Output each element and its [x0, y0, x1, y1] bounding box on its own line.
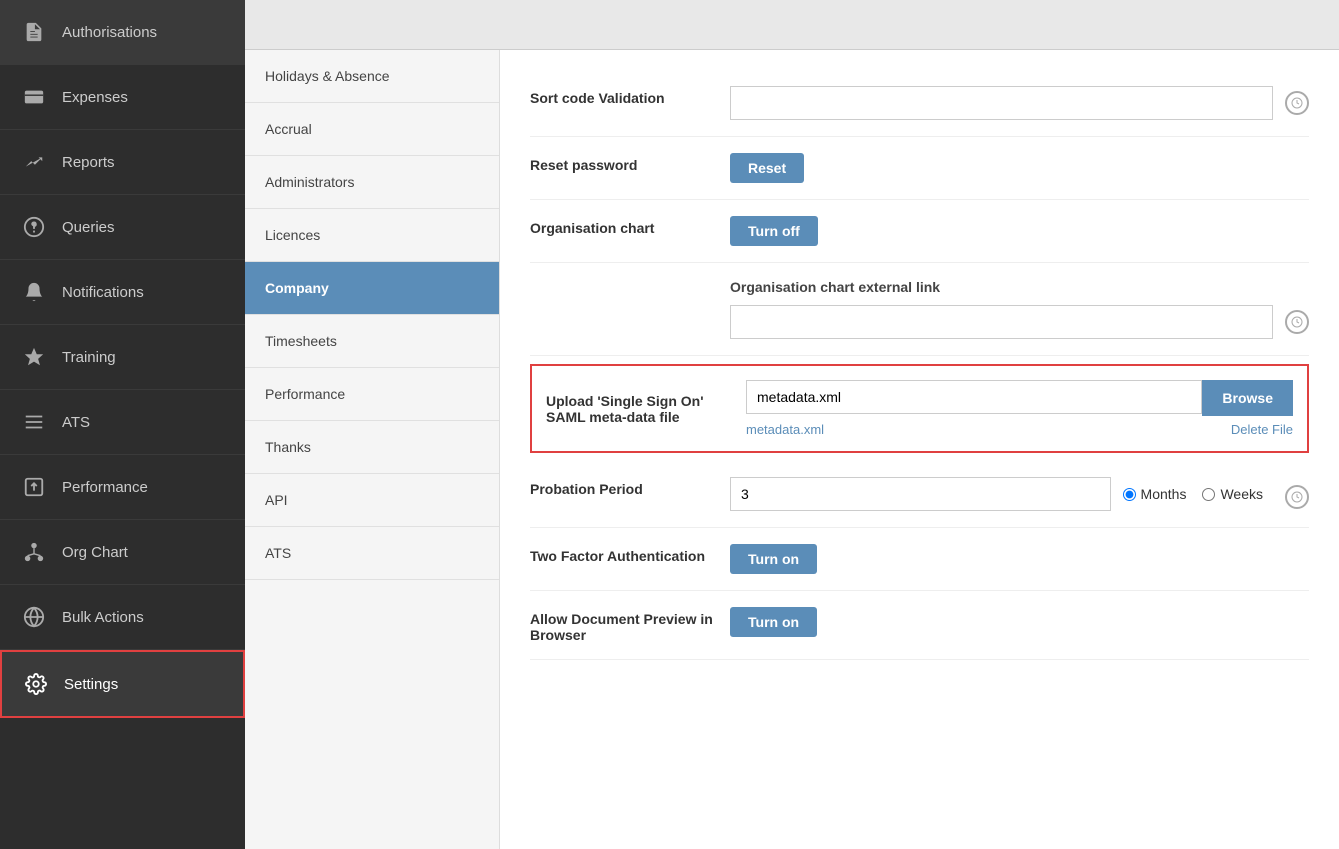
org-chart-link-row: Organisation chart external link [530, 263, 1309, 356]
sidebar-label-bulk-actions: Bulk Actions [62, 609, 144, 626]
subnav-item-holidays[interactable]: Holidays & Absence [245, 50, 499, 103]
reports-icon [20, 148, 48, 176]
sidebar-item-ats[interactable]: ATS [0, 390, 245, 455]
two-factor-row: Two Factor Authentication Turn on [530, 528, 1309, 591]
sidebar-item-bulk-actions[interactable]: Bulk Actions [0, 585, 245, 650]
sort-code-label: Sort code Validation [530, 86, 730, 106]
doc-preview-row: Allow Document Preview in Browser Turn o… [530, 591, 1309, 660]
doc-preview-turn-on-button[interactable]: Turn on [730, 607, 817, 637]
org-chart-link-sublabel: Organisation chart external link [730, 279, 1309, 295]
subnav-item-company[interactable]: Company [245, 262, 499, 315]
sidebar-label-reports: Reports [62, 154, 115, 171]
subnav-item-ats[interactable]: ATS [245, 527, 499, 580]
sidebar-item-training[interactable]: Training [0, 325, 245, 390]
training-icon [20, 343, 48, 371]
subnav-item-api[interactable]: API [245, 474, 499, 527]
expenses-icon [20, 83, 48, 111]
settings-panel: Sort code Validation Reset password Rese… [500, 50, 1339, 849]
org-chart-clock-icon [1285, 310, 1309, 334]
authorisations-icon [20, 18, 48, 46]
sort-code-clock-icon [1285, 91, 1309, 115]
sidebar-item-notifications[interactable]: Notifications [0, 260, 245, 325]
sidebar-item-performance[interactable]: Performance [0, 455, 245, 520]
probation-row: Probation Period Months Weeks [530, 461, 1309, 528]
subnav-item-performance[interactable]: Performance [245, 368, 499, 421]
org-chart-link-input[interactable] [730, 305, 1273, 339]
bulk-actions-icon [20, 603, 48, 631]
settings-icon [22, 670, 50, 698]
notifications-icon [20, 278, 48, 306]
sidebar-item-reports[interactable]: Reports [0, 130, 245, 195]
content-area: Holidays & Absence Accrual Administrator… [245, 50, 1339, 849]
sidebar-item-expenses[interactable]: Expenses [0, 65, 245, 130]
sort-code-input[interactable] [730, 86, 1273, 120]
sidebar-item-org-chart[interactable]: Org Chart [0, 520, 245, 585]
sidebar-label-queries: Queries [62, 219, 115, 236]
sso-upload-label: Upload 'Single Sign On' SAML meta-data f… [546, 393, 746, 425]
sidebar-label-org-chart: Org Chart [62, 544, 128, 561]
sso-filename-input[interactable] [746, 380, 1202, 414]
sidebar-label-authorisations: Authorisations [62, 24, 157, 41]
sso-file-link[interactable]: metadata.xml [746, 422, 824, 437]
reset-password-label: Reset password [530, 153, 730, 173]
subnav-item-timesheets[interactable]: Timesheets [245, 315, 499, 368]
browse-button[interactable]: Browse [1202, 380, 1293, 416]
org-chart-icon [20, 538, 48, 566]
probation-clock-icon [1285, 485, 1309, 509]
subnav-item-accrual[interactable]: Accrual [245, 103, 499, 156]
subnav: Holidays & Absence Accrual Administrator… [245, 50, 500, 849]
turn-off-button[interactable]: Turn off [730, 216, 818, 246]
performance-icon [20, 473, 48, 501]
subnav-item-administrators[interactable]: Administrators [245, 156, 499, 209]
sso-upload-row: Upload 'Single Sign On' SAML meta-data f… [530, 364, 1309, 453]
sidebar-label-performance: Performance [62, 479, 148, 496]
reset-button[interactable]: Reset [730, 153, 804, 183]
topbar [245, 0, 1339, 50]
sort-code-row: Sort code Validation [530, 70, 1309, 137]
sidebar-item-authorisations[interactable]: Authorisations [0, 0, 245, 65]
sidebar-label-expenses: Expenses [62, 89, 128, 106]
weeks-label: Weeks [1220, 486, 1263, 502]
probation-input[interactable] [730, 477, 1111, 511]
subnav-item-thanks[interactable]: Thanks [245, 421, 499, 474]
queries-icon [20, 213, 48, 241]
probation-label: Probation Period [530, 477, 730, 497]
sidebar-item-settings[interactable]: Settings [0, 650, 245, 718]
sidebar: Authorisations Expenses Reports Queries … [0, 0, 245, 849]
two-factor-label: Two Factor Authentication [530, 544, 730, 564]
org-chart-row: Organisation chart Turn off [530, 200, 1309, 263]
doc-preview-label: Allow Document Preview in Browser [530, 607, 730, 643]
sidebar-label-settings: Settings [64, 676, 118, 693]
sidebar-label-training: Training [62, 349, 116, 366]
subnav-item-licences[interactable]: Licences [245, 209, 499, 262]
months-radio[interactable] [1123, 488, 1136, 501]
months-option[interactable]: Months [1123, 486, 1187, 502]
two-factor-turn-on-button[interactable]: Turn on [730, 544, 817, 574]
org-chart-label: Organisation chart [530, 216, 730, 236]
delete-file-link[interactable]: Delete File [1231, 422, 1293, 437]
weeks-radio[interactable] [1202, 488, 1215, 501]
sidebar-label-ats: ATS [62, 414, 90, 431]
main-area: Holidays & Absence Accrual Administrator… [245, 0, 1339, 849]
reset-password-row: Reset password Reset [530, 137, 1309, 200]
sidebar-item-queries[interactable]: Queries [0, 195, 245, 260]
months-label: Months [1141, 486, 1187, 502]
ats-icon [20, 408, 48, 436]
weeks-option[interactable]: Weeks [1202, 486, 1263, 502]
sidebar-label-notifications: Notifications [62, 284, 144, 301]
